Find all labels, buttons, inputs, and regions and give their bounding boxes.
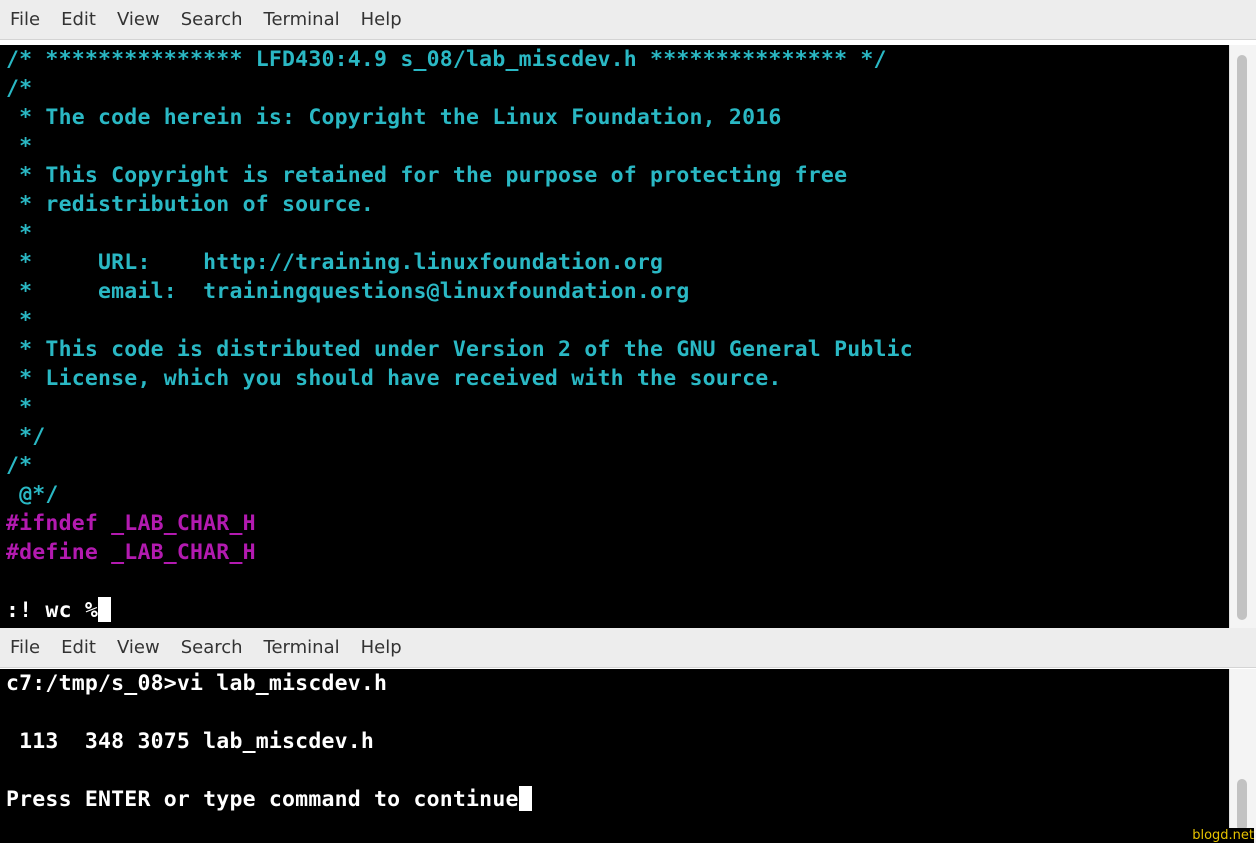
code-line: #ifndef _LAB_CHAR_H — [6, 511, 256, 536]
code-line: * — [6, 308, 33, 333]
menu-search[interactable]: Search — [181, 637, 243, 658]
menu-terminal[interactable]: Terminal — [264, 637, 340, 658]
bottom-terminal[interactable]: c7:/tmp/s_08>vi lab_miscdev.h 113 348 30… — [0, 669, 1229, 843]
wc-output-line: 113 348 3075 lab_miscdev.h — [6, 729, 375, 754]
scrollbar-thumb[interactable] — [1237, 55, 1247, 620]
vim-buffer: /* *************** LFD430:4.9 s_08/lab_m… — [0, 45, 913, 625]
code-line: /* *************** LFD430:4.9 s_08/lab_m… — [6, 47, 887, 72]
code-line: * redistribution of source. — [6, 192, 375, 217]
press-enter-text: Press ENTER or type command to continue — [6, 787, 519, 812]
menu-terminal[interactable]: Terminal — [264, 9, 340, 30]
vim-command-text: :! wc % — [6, 598, 99, 623]
code-line: /* — [6, 76, 33, 101]
press-enter-line[interactable]: Press ENTER or type command to continue — [0, 785, 532, 814]
shell-prompt-line: c7:/tmp/s_08>vi lab_miscdev.h — [6, 671, 388, 696]
watermark: blogd.net — [1192, 828, 1254, 843]
code-line: * — [6, 221, 33, 246]
top-terminal[interactable]: /* *************** LFD430:4.9 s_08/lab_m… — [0, 45, 1229, 628]
code-line: #define _LAB_CHAR_H — [6, 540, 256, 565]
bottom-scrollbar[interactable] — [1229, 669, 1256, 843]
code-line: * — [6, 395, 33, 420]
code-line: * email: trainingquestions@linuxfoundati… — [6, 279, 690, 304]
bottom-menubar: File Edit View Search Terminal Help — [0, 628, 1256, 668]
menu-help[interactable]: Help — [361, 637, 402, 658]
code-line: @*/ — [6, 482, 59, 507]
menu-view[interactable]: View — [117, 637, 160, 658]
code-line: * — [6, 134, 33, 159]
code-line: * License, which you should have receive… — [6, 366, 782, 391]
menu-edit[interactable]: Edit — [61, 9, 96, 30]
code-line: /* — [6, 453, 33, 478]
code-line: */ — [6, 424, 46, 449]
menu-view[interactable]: View — [117, 9, 160, 30]
code-line: * This Copyright is retained for the pur… — [6, 163, 848, 188]
code-line: * This code is distributed under Version… — [6, 337, 913, 362]
menu-search[interactable]: Search — [181, 9, 243, 30]
text-cursor — [98, 597, 112, 622]
menu-file[interactable]: File — [10, 637, 40, 658]
terminal-output: c7:/tmp/s_08>vi lab_miscdev.h 113 348 30… — [0, 669, 532, 814]
code-line: * URL: http://training.linuxfoundation.o… — [6, 250, 664, 275]
text-cursor — [518, 786, 532, 811]
menu-file[interactable]: File — [10, 9, 40, 30]
menu-help[interactable]: Help — [361, 9, 402, 30]
top-scrollbar[interactable] — [1229, 45, 1256, 628]
vim-command-line[interactable]: :! wc % — [0, 596, 913, 625]
menu-edit[interactable]: Edit — [61, 637, 96, 658]
code-line: * The code herein is: Copyright the Linu… — [6, 105, 782, 130]
top-menubar: File Edit View Search Terminal Help — [0, 0, 1256, 40]
scrollbar-thumb[interactable] — [1237, 779, 1247, 831]
